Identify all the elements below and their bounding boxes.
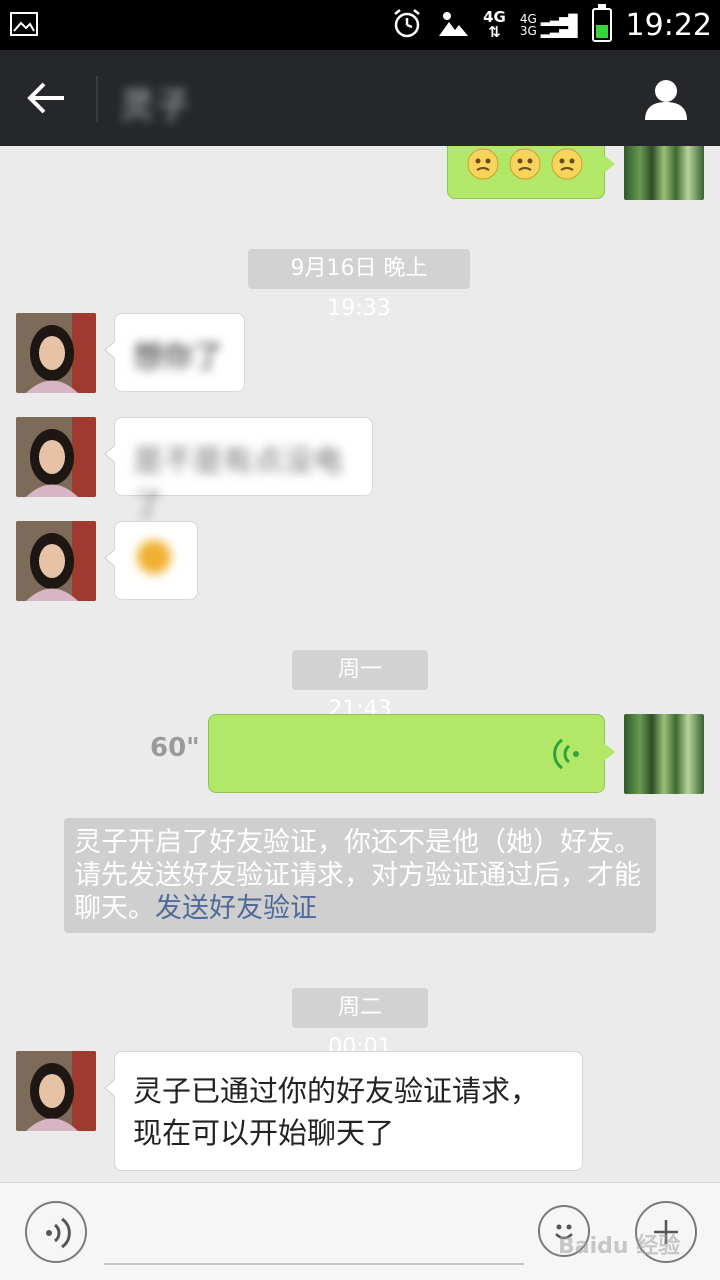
incoming-sticker-message[interactable]	[104, 521, 198, 600]
my-avatar[interactable]	[624, 146, 704, 200]
voice-mode-icon	[46, 1217, 71, 1249]
avatar-photo	[16, 521, 96, 601]
incoming-message[interactable]: 灵子已通过你的好友验证请求，现在可以开始聊天了	[104, 1051, 583, 1171]
profile-button[interactable]	[642, 76, 690, 124]
timestamp: 9月16日 晚上19:33	[248, 249, 470, 321]
signal-indicator: 4G ▂▃▅▇ 3G ▂▃▅▇	[519, 12, 578, 38]
avatar-photo	[16, 313, 96, 393]
contact-avatar[interactable]	[16, 313, 96, 393]
emoji-icon	[508, 147, 542, 185]
timestamp: 周一 21:43	[292, 650, 428, 722]
watermark: Baidu 经验	[558, 1234, 681, 1259]
incoming-message[interactable]: 是不是有点没电了	[104, 417, 373, 523]
alarm-icon	[391, 7, 423, 43]
battery-level-fill	[595, 24, 608, 38]
voice-mode-button[interactable]	[25, 1201, 87, 1263]
incoming-message[interactable]: 想你了	[104, 313, 245, 392]
voice-wave-icon	[553, 738, 579, 770]
message-text: 灵子已通过你的好友验证请求，现在可以开始聊天了	[133, 1074, 540, 1150]
avatar-photo	[16, 1051, 96, 1131]
avatar-photo	[16, 417, 96, 497]
message-text-blurred: 是不是有点没电了	[133, 444, 343, 523]
status-bar: 4G ⇅ 4G ▂▃▅▇ 3G ▂▃▅▇ 19:22	[0, 0, 720, 50]
chat-header: 灵子	[0, 50, 720, 146]
arrow-left-icon	[27, 82, 64, 114]
outgoing-voice-message[interactable]	[208, 714, 615, 793]
contact-avatar[interactable]	[16, 417, 96, 497]
contact-avatar[interactable]	[16, 521, 96, 601]
my-avatar[interactable]	[624, 714, 704, 794]
sticker-icon	[137, 540, 171, 574]
message-input[interactable]	[104, 1263, 524, 1265]
status-clock: 19:22	[625, 7, 712, 43]
voice-duration: 60"	[150, 733, 200, 763]
person-icon	[645, 80, 687, 120]
outgoing-emoji-bubble[interactable]	[447, 146, 615, 199]
gallery-icon	[10, 12, 38, 40]
send-verification-link[interactable]: 发送好友验证	[155, 893, 317, 924]
message-text-blurred: 想你了	[133, 340, 223, 375]
system-notice: 灵子开启了好友验证，你还不是他（她）好友。请先发送好友验证请求，对方验证通过后，…	[64, 818, 656, 933]
signal-3g-label: 3G	[519, 24, 537, 38]
back-button[interactable]	[20, 74, 76, 122]
contact-avatar[interactable]	[16, 1051, 96, 1131]
data-arrows-icon: 4G ⇅	[483, 8, 506, 41]
page-title: 灵子	[120, 86, 192, 126]
emoji-icon	[550, 147, 584, 185]
emoji-icon	[466, 147, 500, 185]
chat-area[interactable]: 9月16日 晚上19:33 想你了 是不是有点没电了 周一 21:43 60" …	[0, 146, 720, 1182]
battery-icon	[591, 4, 612, 42]
title-divider	[96, 76, 98, 122]
timestamp: 周二 00:01	[292, 988, 428, 1060]
weather-icon	[437, 8, 469, 42]
